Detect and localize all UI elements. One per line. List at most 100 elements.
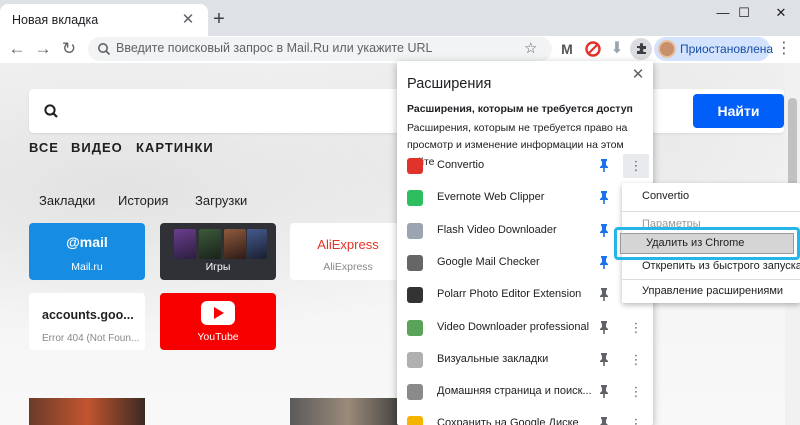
- tile-accounts[interactable]: accounts.goo... Error 404 (Not Foun...: [29, 293, 145, 350]
- extension-name: Сохранить на Google Диске: [437, 417, 579, 425]
- extension-name: Polarr Photo Editor Extension: [437, 288, 582, 301]
- news-thumbnail[interactable]: [290, 398, 406, 425]
- convertio-toolbar-icon[interactable]: [583, 39, 603, 59]
- pin-icon[interactable]: [597, 352, 611, 368]
- tab-new-tab[interactable]: Новая вкладка ✕: [0, 4, 208, 36]
- pin-icon[interactable]: [597, 384, 611, 400]
- omnibox[interactable]: Введите поисковый запрос в Mail.Ru или у…: [88, 37, 552, 61]
- tile-label: Игры: [205, 261, 231, 273]
- homepage-search-icon: [407, 384, 423, 401]
- extension-name: Evernote Web Clipper: [437, 191, 545, 204]
- close-icon[interactable]: ✕: [629, 66, 647, 84]
- maximize-button[interactable]: ☐: [726, 0, 762, 26]
- pin-icon[interactable]: [597, 320, 611, 336]
- title-bar: Новая вкладка ✕ + — ☐ ✕: [0, 0, 800, 36]
- video-downloader-icon: [407, 319, 423, 336]
- more-options-icon[interactable]: ⋮: [629, 416, 643, 425]
- quicklink-history[interactable]: История: [118, 193, 168, 208]
- gmail-checker-toolbar-icon[interactable]: M: [557, 39, 577, 59]
- tab-close-icon[interactable]: ✕: [179, 11, 197, 29]
- quicklink-bookmarks[interactable]: Закладки: [39, 193, 95, 208]
- category-images[interactable]: КАРТИНКИ: [136, 140, 214, 155]
- profile-button[interactable]: Приостановлена: [654, 37, 773, 61]
- more-options-icon[interactable]: ⋮: [629, 320, 643, 336]
- tile-subtitle: Error 404 (Not Foun...: [42, 333, 140, 344]
- ctx-item-manage-extensions[interactable]: Управление расширениями: [622, 282, 800, 302]
- mailru-logo: @mail: [66, 234, 108, 250]
- extension-row[interactable]: Evernote Web Clipper⋮: [397, 182, 653, 214]
- extensions-title: Расширения: [407, 76, 492, 92]
- news-thumbnail[interactable]: [29, 398, 145, 425]
- category-video[interactable]: ВИДЕО: [71, 140, 123, 155]
- extension-row[interactable]: Video Downloader professional ⋮: [397, 312, 653, 344]
- game-thumbnail: [174, 229, 196, 259]
- ctx-item-unpin[interactable]: Открепить из быстрого запуска: [622, 257, 800, 277]
- tab-title: Новая вкладка: [12, 13, 99, 27]
- pin-icon[interactable]: [597, 158, 611, 174]
- visual-bookmarks-icon: [407, 351, 423, 368]
- youtube-play-icon: [201, 301, 235, 325]
- tile-aliexpress[interactable]: AliExpress AliExpress: [290, 223, 406, 280]
- extension-row[interactable]: Визуальные закладки ⋮: [397, 344, 653, 376]
- extension-name: Convertio: [437, 159, 485, 171]
- aliexpress-logo: AliExpress: [317, 237, 379, 252]
- tile-youtube[interactable]: YouTube: [160, 293, 276, 350]
- pin-icon[interactable]: [597, 287, 611, 303]
- game-thumbnail: [199, 229, 221, 259]
- extension-name: Домашняя страница и поиск...: [437, 385, 592, 398]
- toolbar: ← → ↻ Введите поисковый запрос в Mail.Ru…: [0, 36, 800, 63]
- more-options-icon[interactable]: ⋮: [629, 352, 643, 368]
- google-drive-icon: [407, 416, 423, 425]
- ctx-item-label: Convertio: [642, 190, 690, 202]
- quicklink-downloads[interactable]: Загрузки: [195, 193, 247, 208]
- forward-button[interactable]: →: [32, 37, 54, 61]
- menu-divider: [622, 279, 800, 280]
- game-thumbnail: [247, 229, 267, 259]
- new-tab-button[interactable]: +: [208, 9, 230, 31]
- avatar: [658, 40, 676, 58]
- tile-games[interactable]: Игры: [160, 223, 276, 280]
- extension-name: Визуальные закладки: [437, 352, 549, 365]
- back-button[interactable]: ←: [6, 37, 28, 61]
- extensions-subtitle: Расширения, которым не требуется доступ: [407, 103, 633, 115]
- polarr-icon: [407, 287, 423, 304]
- search-button[interactable]: Найти: [693, 94, 784, 128]
- pin-icon[interactable]: [597, 255, 611, 271]
- ctx-item-convertio[interactable]: Convertio: [622, 187, 800, 207]
- highlight-frame: Удалить из Chrome: [614, 227, 800, 260]
- more-options-icon[interactable]: ⋮: [623, 154, 649, 178]
- extension-name: Flash Video Downloader: [437, 223, 557, 236]
- menu-divider: [622, 211, 800, 212]
- tile-mailru[interactable]: @mail Mail.ru: [29, 223, 145, 280]
- tile-title: accounts.goo...: [42, 308, 134, 322]
- ctx-item-label: Открепить из быстрого запуска: [642, 260, 800, 272]
- search-icon: [44, 104, 58, 118]
- extension-row[interactable]: Polarr Photo Editor Extension⋮: [397, 279, 653, 311]
- pin-icon[interactable]: [597, 223, 611, 239]
- ctx-item-remove-from-chrome[interactable]: Удалить из Chrome: [620, 233, 794, 254]
- flash-downloader-toolbar-icon[interactable]: ⬇: [607, 39, 627, 59]
- reload-button[interactable]: ↻: [58, 37, 80, 61]
- pin-icon[interactable]: [597, 416, 611, 425]
- extension-name: Video Downloader professional: [437, 320, 590, 333]
- chrome-menu-icon[interactable]: ⋮: [775, 39, 793, 59]
- extension-row[interactable]: Домашняя страница и поиск... ⋮: [397, 376, 653, 408]
- omnibox-placeholder: Введите поисковый запрос в Mail.Ru или у…: [116, 41, 433, 55]
- pin-icon[interactable]: [597, 190, 611, 206]
- extensions-puzzle-icon[interactable]: [630, 38, 652, 60]
- window-close-button[interactable]: ✕: [762, 0, 800, 26]
- bookmark-star-icon[interactable]: ☆: [524, 39, 537, 57]
- ctx-item-label: Удалить из Chrome: [646, 237, 745, 249]
- category-all[interactable]: ВСЕ: [29, 140, 59, 155]
- tile-label: YouTube: [197, 331, 239, 343]
- extension-row[interactable]: Convertio ⋮: [397, 150, 653, 182]
- evernote-icon: [407, 190, 423, 207]
- ctx-item-label: Управление расширениями: [642, 285, 784, 297]
- game-thumbnail: [224, 229, 246, 259]
- download-arrow-icon: [407, 222, 423, 239]
- extension-row[interactable]: Сохранить на Google Диске ⋮: [397, 408, 653, 425]
- tile-label: AliExpress: [323, 261, 373, 273]
- search-icon: [98, 43, 111, 56]
- more-options-icon[interactable]: ⋮: [629, 384, 643, 400]
- tile-label: Mail.ru: [71, 261, 103, 273]
